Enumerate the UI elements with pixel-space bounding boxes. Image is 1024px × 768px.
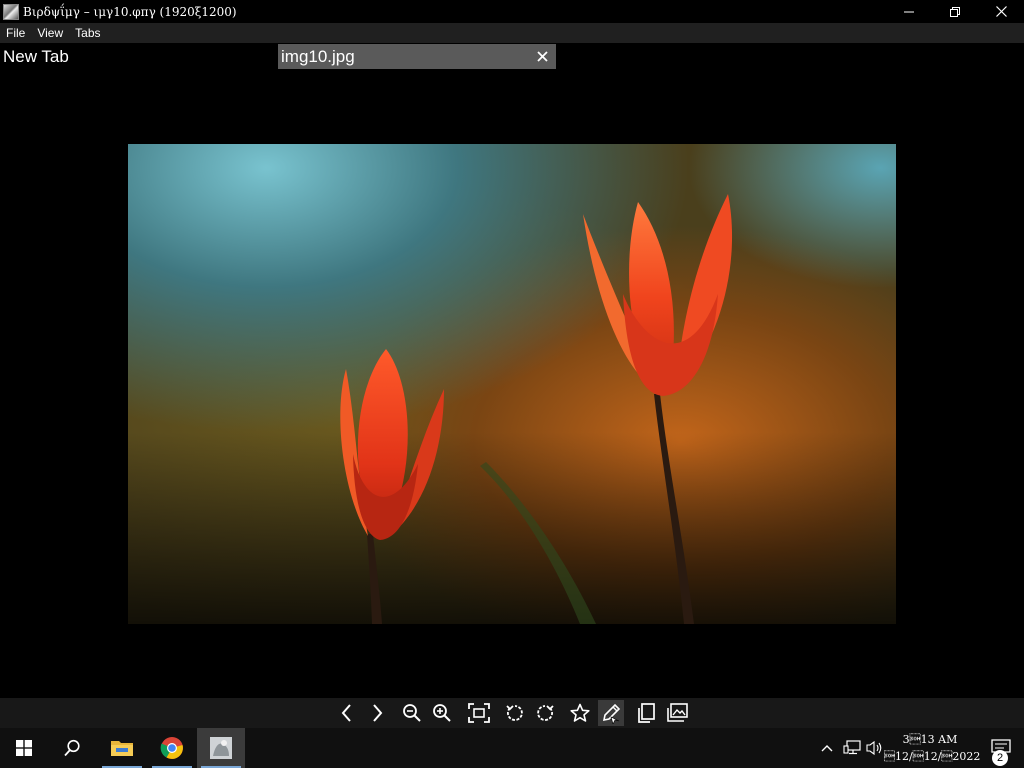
zoom-out-icon (403, 704, 421, 722)
file-explorer-icon (111, 741, 133, 756)
close-button[interactable] (978, 0, 1024, 23)
open-gallery-icon (667, 703, 688, 722)
restore-button[interactable] (932, 0, 978, 23)
favorite-star-icon (570, 703, 590, 722)
os-taskbar: 313 AM 12/12/2022 2 (0, 728, 1024, 768)
app-logo-icon (3, 3, 19, 20)
window-title: Βιρδψΐμγ – ιμγ10.φπγ (1920ξ1200) (23, 4, 237, 19)
minimize-button[interactable] (886, 0, 932, 23)
fit-to-window-button[interactable] (466, 700, 492, 726)
open-gallery-button[interactable] (664, 700, 690, 726)
tab-label: New Tab (3, 46, 69, 66)
image-viewer-icon (210, 737, 232, 759)
title-bar[interactable]: Βιρδψΐμγ – ιμγ10.φπγ (1920ξ1200) (0, 0, 1024, 23)
image-viewer-taskbar-button[interactable] (197, 728, 245, 768)
close-icon (536, 50, 548, 62)
displayed-photo (128, 144, 896, 624)
tab-label: img10.jpg (281, 46, 355, 66)
rotate-right-button[interactable] (532, 700, 558, 726)
menu-bar: File View Tabs (0, 23, 1024, 43)
volume-icon (866, 740, 882, 756)
chrome-button[interactable] (148, 728, 196, 768)
edit-pencil-icon (602, 703, 621, 724)
network-icon (843, 740, 861, 755)
next-icon (373, 704, 383, 722)
tulip-photo-icon (128, 144, 896, 624)
clock-date: 12/12/2022 (884, 750, 981, 763)
next-button[interactable] (364, 700, 390, 726)
edit-button[interactable] (598, 700, 624, 726)
tab-new-tab[interactable]: New Tab (3, 44, 275, 69)
file-explorer-button[interactable] (98, 728, 146, 768)
tab-bar: New Tab img10.jpg (0, 43, 1024, 69)
volume-button[interactable] (866, 738, 884, 758)
rotate-left-icon (506, 705, 523, 721)
chrome-icon (160, 737, 183, 759)
restore-icon (950, 6, 960, 17)
clock-time: 313 AM (902, 733, 958, 746)
copy-button[interactable] (633, 700, 659, 726)
fit-to-window-icon (468, 703, 490, 723)
start-icon (16, 740, 32, 756)
favorite-button[interactable] (567, 700, 593, 726)
image-toolbar (0, 698, 1024, 728)
close-icon (995, 6, 1007, 17)
menu-file[interactable]: File (0, 23, 31, 43)
search-button[interactable] (48, 728, 96, 768)
zoom-in-icon (433, 704, 451, 722)
image-viewer-window: Βιρδψΐμγ – ιμγ10.φπγ (1920ξ1200) File Vi… (0, 0, 1024, 768)
search-icon (64, 739, 80, 757)
minimize-icon (904, 11, 914, 12)
menu-tabs[interactable]: Tabs (69, 23, 106, 43)
tab-close-button[interactable] (534, 48, 550, 64)
zoom-out-button[interactable] (399, 700, 425, 726)
menu-view[interactable]: View (31, 23, 69, 43)
tab-img10[interactable]: img10.jpg (278, 44, 556, 69)
start-button[interactable] (0, 728, 48, 768)
chevron-up-icon (821, 745, 833, 752)
previous-icon (341, 704, 351, 722)
zoom-in-button[interactable] (429, 700, 455, 726)
network-button[interactable] (842, 738, 862, 758)
window-controls (886, 0, 1024, 23)
show-hidden-icons-button[interactable] (818, 738, 836, 758)
rotate-right-icon (537, 705, 554, 721)
image-canvas[interactable] (0, 69, 1024, 698)
rotate-left-button[interactable] (502, 700, 528, 726)
previous-button[interactable] (334, 700, 360, 726)
copy-icon (638, 703, 655, 723)
system-clock[interactable]: 313 AM 12/12/2022 (884, 731, 981, 765)
notification-count-badge: 2 (992, 750, 1008, 766)
